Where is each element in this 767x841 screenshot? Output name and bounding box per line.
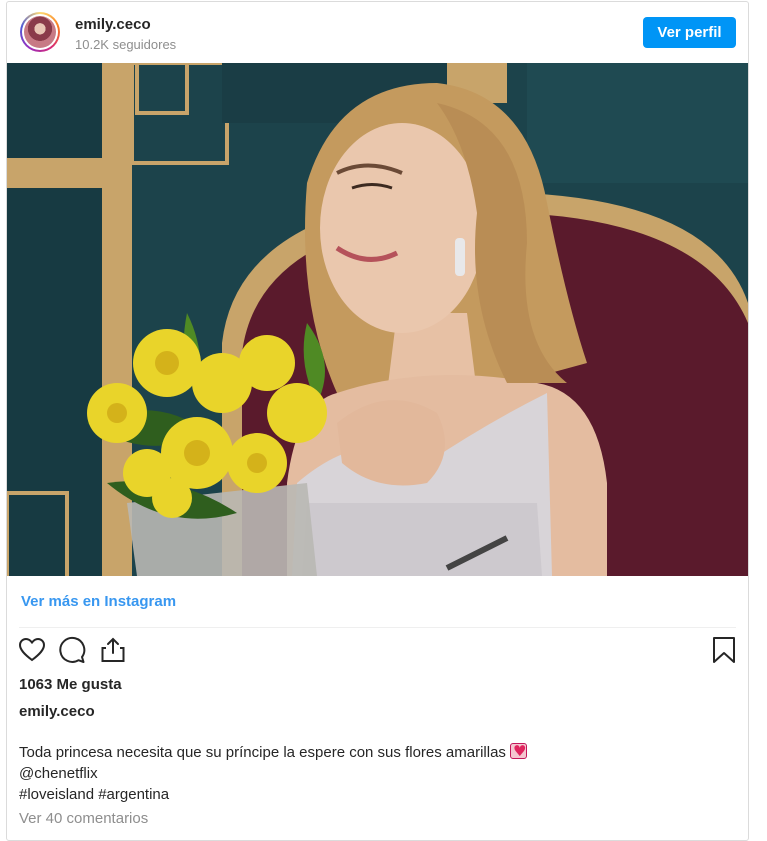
action-bar: [7, 634, 748, 670]
post-header: emily.ceco 10.2K seguidores Ver perfil: [7, 2, 748, 63]
like-count[interactable]: 1063 Me gusta: [19, 676, 122, 693]
mention-link[interactable]: @chenetflix: [19, 763, 527, 784]
follower-count: 10.2K seguidores: [75, 37, 177, 52]
avatar[interactable]: [20, 12, 60, 52]
view-profile-button[interactable]: Ver perfil: [643, 17, 736, 48]
caption-username[interactable]: emily.ceco: [19, 703, 95, 720]
instagram-embed: emily.ceco 10.2K seguidores Ver perfil V…: [6, 1, 749, 841]
divider: [19, 627, 736, 628]
caption: Toda princesa necesita que su príncipe l…: [19, 741, 527, 805]
username[interactable]: emily.ceco: [75, 16, 151, 33]
caption-line: Toda princesa necesita que su príncipe l…: [19, 741, 527, 763]
bookmark-icon[interactable]: [710, 636, 738, 666]
share-icon[interactable]: [99, 636, 127, 666]
view-comments-link[interactable]: Ver 40 comentarios: [19, 810, 148, 827]
hashtag-links[interactable]: #loveisland #argentina: [19, 784, 527, 805]
view-more-on-instagram-link[interactable]: Ver más en Instagram: [21, 593, 176, 610]
heart-emoji-icon: [509, 741, 527, 762]
heart-icon[interactable]: [18, 636, 46, 666]
post-photo[interactable]: [7, 63, 748, 576]
caption-text: Toda princesa necesita que su príncipe l…: [19, 744, 506, 761]
comment-icon[interactable]: [58, 636, 86, 666]
